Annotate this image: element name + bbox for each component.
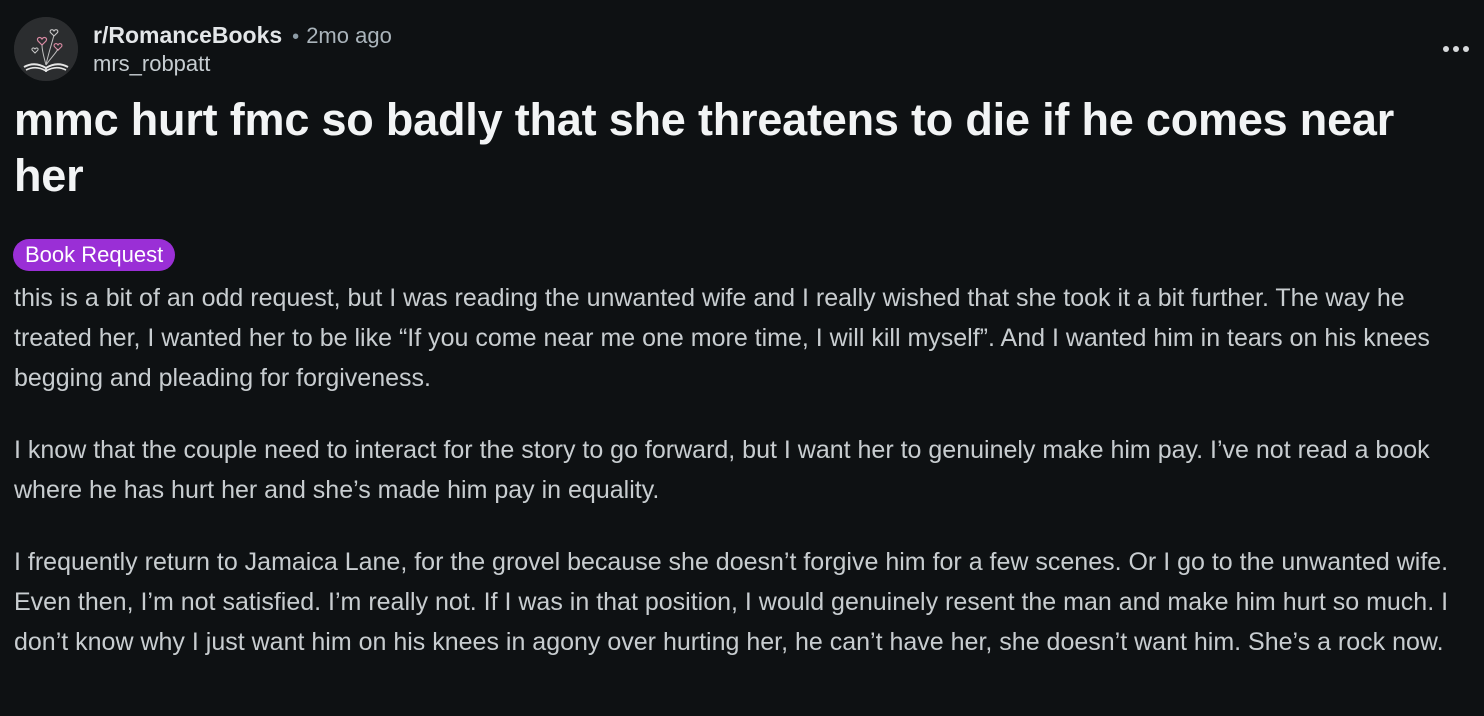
body-paragraph: I know that the couple need to interact …	[14, 436, 1430, 504]
body-paragraph: this is a bit of an odd request, but I w…	[14, 284, 1430, 392]
author-link[interactable]: mrs_robpatt	[93, 49, 392, 79]
post-meta: r/RomanceBooks • 2mo ago mrs_robpatt	[93, 21, 392, 79]
open-book-hearts-icon	[14, 17, 78, 81]
ellipsis-icon	[1443, 46, 1469, 52]
post-flair[interactable]: Book Request	[13, 239, 176, 271]
post-title[interactable]: mmc hurt fmc so badly that she threatens…	[14, 92, 1464, 204]
more-options-button[interactable]	[1438, 37, 1474, 61]
post-container: r/RomanceBooks • 2mo ago mrs_robpatt mmc…	[0, 0, 1484, 716]
post-header: r/RomanceBooks • 2mo ago mrs_robpatt	[14, 17, 1470, 81]
post-timestamp: 2mo ago	[306, 23, 392, 48]
subreddit-avatar[interactable]	[14, 17, 78, 81]
subreddit-link[interactable]: r/RomanceBooks	[93, 21, 282, 49]
meta-line: r/RomanceBooks • 2mo ago	[93, 21, 392, 49]
body-paragraph: I frequently return to Jamaica Lane, for…	[14, 548, 1449, 656]
post-body: this is a bit of an odd request, but I w…	[14, 278, 1474, 694]
meta-separator: •	[292, 26, 300, 48]
